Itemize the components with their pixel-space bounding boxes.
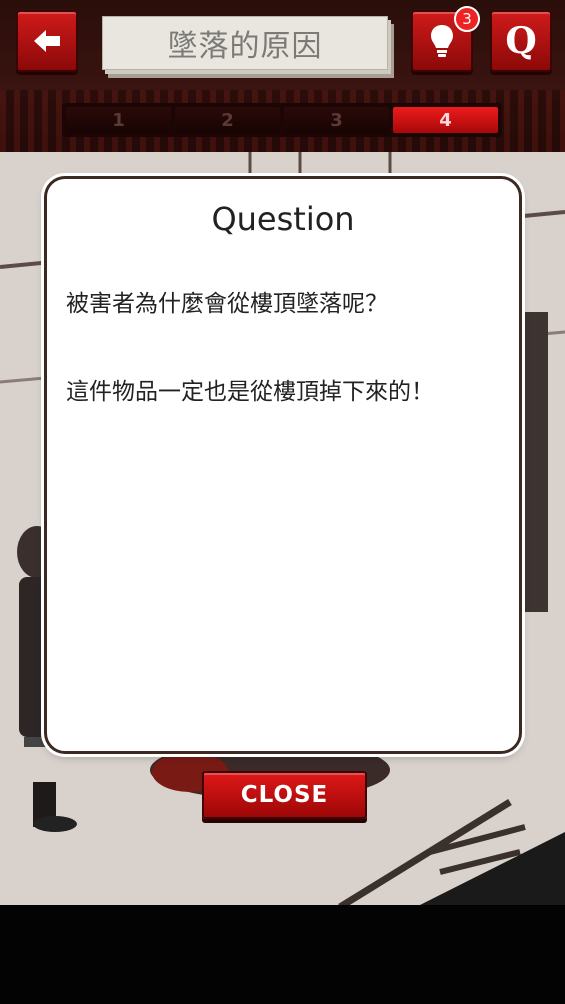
hint-count-badge: 3: [454, 6, 480, 32]
dialog-title: Question: [211, 200, 355, 238]
question-text: 被害者為什麼會從樓頂墜落呢？: [66, 291, 388, 317]
tab-2[interactable]: 2: [175, 107, 280, 133]
question-icon: Q: [505, 20, 537, 62]
tab-4[interactable]: 4: [393, 107, 498, 133]
close-button[interactable]: CLOSE: [202, 771, 367, 819]
question-button[interactable]: Q: [490, 10, 552, 72]
lightbulb-hint-icon: [431, 25, 453, 57]
question-dialog: Question 被害者為什麼會從樓頂墜落呢？ 這件物品一定也是從樓頂掉下來的！: [47, 179, 519, 751]
tab-3[interactable]: 3: [284, 107, 389, 133]
bottom-black-area: [0, 905, 565, 1004]
chapter-tabs: 1 2 3 4: [62, 103, 502, 137]
stage-title: 墜落的原因: [102, 16, 388, 70]
top-bar: 墜落的原因 3 Q 1 2 3 4: [0, 0, 565, 152]
back-button[interactable]: [16, 10, 78, 72]
back-arrow-icon: [34, 30, 60, 52]
question-detail-text: 這件物品一定也是從樓頂掉下來的！: [66, 379, 434, 405]
tab-1[interactable]: 1: [66, 107, 171, 133]
